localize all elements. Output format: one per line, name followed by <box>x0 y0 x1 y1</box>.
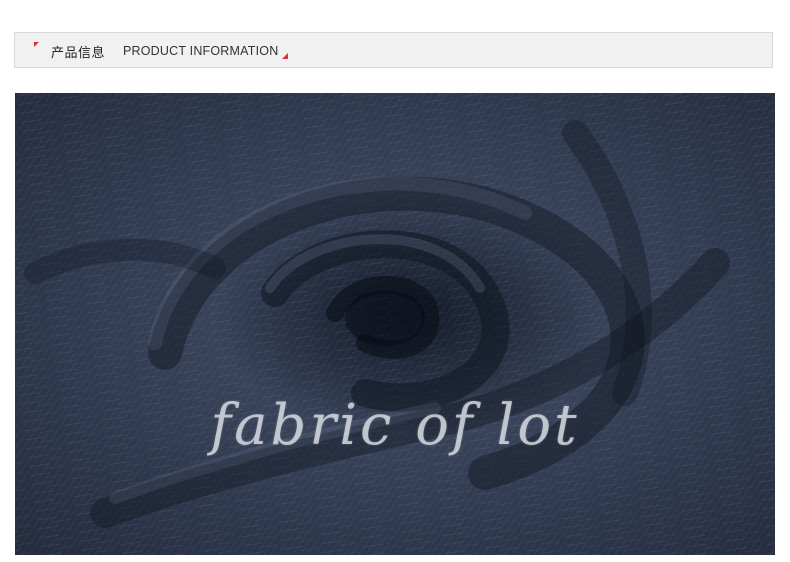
section-title-english: PRODUCT INFORMATION <box>123 44 279 58</box>
section-title-chinese: 产品信息 <box>51 46 106 61</box>
corner-accent-bottom-right-icon <box>282 53 288 59</box>
product-info-header: 产品信息 PRODUCT INFORMATION <box>14 32 773 68</box>
corner-accent-top-left-icon <box>34 42 39 47</box>
fabric-photo: fabric of lot <box>15 93 775 555</box>
fabric-watermark: fabric of lot <box>210 393 580 458</box>
denim-swirl-image <box>15 93 775 555</box>
